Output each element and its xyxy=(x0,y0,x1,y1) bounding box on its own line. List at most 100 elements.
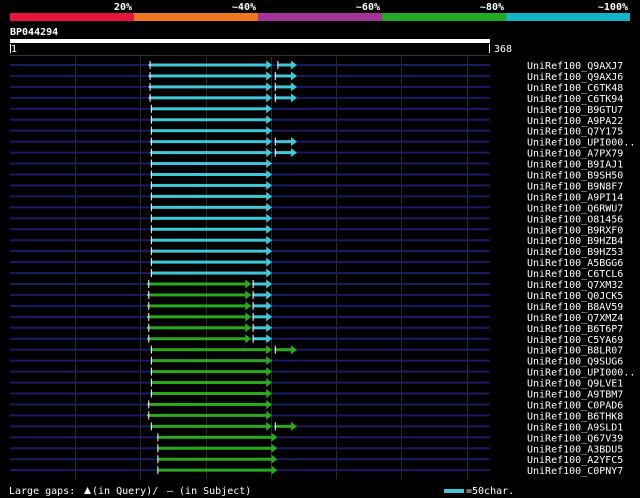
hit-arrow-icon xyxy=(290,421,297,431)
hit-arrow-icon xyxy=(245,312,252,322)
hit-label: UniRef100_C6TK94 xyxy=(527,94,623,105)
hit-start-tick xyxy=(157,466,159,475)
hit-gap-mark xyxy=(149,140,151,143)
hit-segment xyxy=(274,151,292,155)
hit-label: UniRef100_Q7XM32 xyxy=(527,280,623,291)
hit-arrow-icon xyxy=(245,301,252,311)
hit-segment xyxy=(274,348,292,352)
hit-arrow-icon xyxy=(271,443,278,453)
hit-start-tick xyxy=(150,214,152,223)
hit-segment xyxy=(150,183,268,187)
hit-row: UniRef100_Q0JCK5 xyxy=(10,290,623,302)
hit-segment xyxy=(150,260,268,264)
hit-label: UniRef100_Q6RWU7 xyxy=(527,203,623,214)
hit-start-tick xyxy=(252,301,254,310)
identity-legend-label: ~40% xyxy=(232,2,256,13)
hit-label: UniRef100_Q9SUG6 xyxy=(527,357,623,368)
hit-segment xyxy=(157,435,273,439)
hit-start-tick xyxy=(277,61,279,69)
hit-start-tick xyxy=(150,104,152,113)
hit-segment xyxy=(150,249,268,253)
hit-start-tick xyxy=(150,115,152,124)
hit-row: UniRef100_Q7Y175 xyxy=(10,126,623,138)
hit-row: UniRef100_B9N8F7 xyxy=(10,180,623,192)
hit-row: UniRef100_C6TK48 xyxy=(10,82,623,94)
hit-arrow-icon xyxy=(271,454,278,464)
hit-gap-mark xyxy=(147,403,149,406)
hit-label: UniRef100_A2YFC5 xyxy=(527,455,623,466)
hit-segment xyxy=(274,85,292,89)
hit-start-tick xyxy=(150,236,152,245)
hit-start-tick xyxy=(149,71,151,80)
hit-gap-mark xyxy=(147,283,149,285)
hit-row: UniRef100_C6TK94 xyxy=(10,93,623,105)
hit-start-tick xyxy=(149,82,151,91)
hit-label: UniRef100_Q7XMZ4 xyxy=(527,313,623,324)
hit-row: UniRef100_A2YFC5 xyxy=(10,454,623,466)
hit-start-tick xyxy=(252,280,254,288)
hit-start-tick xyxy=(274,82,276,91)
identity-legend-swatch xyxy=(506,13,630,21)
hit-start-tick xyxy=(150,356,152,365)
hit-segment xyxy=(148,282,247,286)
hit-start-tick xyxy=(150,137,152,146)
hit-gap-mark xyxy=(149,151,151,154)
hit-segment xyxy=(150,227,268,231)
hit-segment xyxy=(149,96,268,100)
hit-start-tick xyxy=(157,455,159,464)
hit-start-tick xyxy=(150,269,152,278)
hit-label: UniRef100_O81456 xyxy=(527,214,623,225)
scale-label: =50char. xyxy=(466,486,514,497)
hit-start-tick xyxy=(150,258,152,267)
hit-label: UniRef100_A9PA22 xyxy=(527,116,623,127)
hit-segment xyxy=(277,63,292,67)
hit-segment xyxy=(274,74,292,78)
ruler-baseline xyxy=(10,55,490,56)
hit-row: UniRef100_B9IAJ1 xyxy=(10,159,623,171)
hit-start-tick xyxy=(150,367,152,376)
query-bar xyxy=(10,39,490,43)
hit-row: UniRef100_Q9AXJ6 xyxy=(10,71,623,83)
hit-arrow-icon xyxy=(245,323,252,333)
hit-row: UniRef100_C6TCL6 xyxy=(10,268,623,280)
hit-row: UniRef100_UPI000.. xyxy=(10,367,635,379)
identity-legend-swatch xyxy=(258,13,382,21)
hit-arrow-icon xyxy=(271,432,278,442)
hit-row: UniRef100_A3BDU5 xyxy=(10,443,623,455)
hit-label: UniRef100_A3BDU5 xyxy=(527,444,623,455)
alignment-chart: 20% ~40% ~60% ~80% ~100% BP044294 1 368 UniR… xyxy=(9,2,635,497)
hit-row: UniRef100_B8AV59 xyxy=(10,301,623,313)
hit-row: UniRef100_A5BGG6 xyxy=(10,257,623,269)
hit-start-tick xyxy=(157,444,159,453)
hit-segment xyxy=(149,74,268,78)
hit-segment xyxy=(148,337,247,341)
hit-row: UniRef100_Q7XM32 xyxy=(10,279,623,291)
hit-segment xyxy=(252,293,268,297)
hit-segment xyxy=(150,173,268,176)
hit-start-tick xyxy=(274,422,276,431)
hit-gap-mark xyxy=(147,293,149,296)
hit-label: UniRef100_B9HZ53 xyxy=(527,247,623,258)
hit-arrow-icon xyxy=(245,334,252,344)
hit-segment xyxy=(150,348,268,352)
large-gaps-label: Large gaps: xyxy=(9,486,75,497)
hit-start-tick xyxy=(150,159,152,168)
hit-start-tick xyxy=(148,411,150,420)
hit-arrow-icon xyxy=(290,345,297,355)
hit-row: UniRef100_A9SLD1 xyxy=(10,421,623,433)
hit-start-tick xyxy=(149,61,151,69)
hit-start-tick xyxy=(274,71,276,80)
hit-gap-mark xyxy=(147,315,149,318)
hit-segment xyxy=(148,293,247,297)
hit-gap-mark xyxy=(148,74,150,77)
hit-segment xyxy=(252,326,268,330)
hit-start-tick xyxy=(274,148,276,157)
hit-label: UniRef100_Q9AXJ7 xyxy=(527,61,623,72)
hit-start-tick xyxy=(150,225,152,234)
hit-label: UniRef100_C0PNY7 xyxy=(527,466,623,477)
hit-arrow-icon xyxy=(290,137,297,147)
hit-label: UniRef100_B9HZB4 xyxy=(527,236,623,247)
hit-segment xyxy=(150,140,268,144)
hit-segment xyxy=(150,381,268,385)
gap-in-subject-label: – (in Subject) xyxy=(167,486,251,497)
